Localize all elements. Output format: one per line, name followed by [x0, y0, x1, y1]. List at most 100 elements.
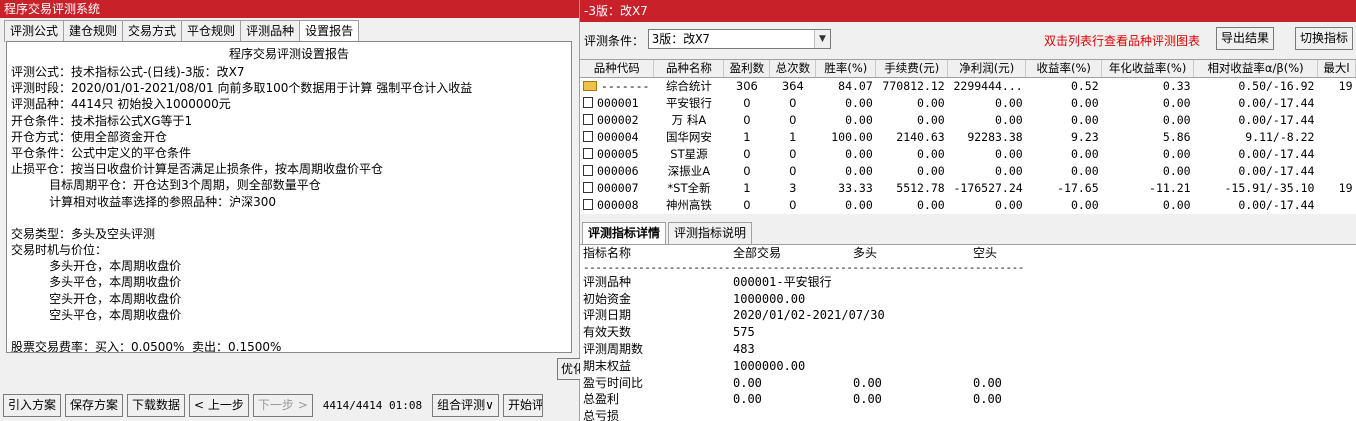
col-winrate[interactable]: 胜率(%)	[815, 60, 877, 78]
cell-return: -17.65	[1057, 180, 1099, 195]
cell-winrate: 0.00	[845, 163, 873, 178]
tab-settings-report[interactable]: 设置报告	[299, 20, 360, 43]
tab-trade-mode[interactable]: 交易方式	[122, 20, 183, 42]
cell-relative-return: 0.00/-17.44	[1238, 197, 1315, 212]
detail-label: 评测品种	[583, 274, 632, 289]
cell-wins: 1	[743, 129, 751, 144]
detail-row: 期末权益 1000000.00	[583, 358, 1356, 375]
cell-name: 综合统计	[665, 78, 712, 93]
tab-formula[interactable]: 评测公式	[4, 20, 65, 42]
cell-fees: 0.00	[917, 163, 945, 178]
results-window: -3版：改X7 评测条件： 3版：改X7 ▼ 双击列表行查看品种评测图表 导出结…	[580, 0, 1356, 421]
col-wins[interactable]: 盈利数	[723, 60, 771, 78]
table-row[interactable]: 000004 国华网安 1 1 100.00 2140.63 92283.38 …	[580, 128, 1356, 145]
cell-annual-return: 0.00	[1162, 197, 1191, 212]
document-icon	[583, 164, 593, 176]
export-results-button[interactable]: 导出结果	[1216, 27, 1275, 50]
report-line: 多头开仓，本周期收盘价	[11, 259, 182, 274]
report-line: 平仓条件：公式中定义的平仓条件	[11, 145, 192, 160]
prev-step-button[interactable]: < 上一步	[189, 393, 249, 417]
next-step-button[interactable]: 下一步 >	[252, 393, 313, 417]
detail-label: 评测日期	[583, 308, 632, 323]
cell-fees: 0.00	[917, 95, 945, 110]
report-line: 股票交易费率：买入：0.0500% 卖出：0.1500%	[11, 340, 282, 353]
save-plan-button[interactable]: 保存方案	[65, 393, 124, 417]
switch-indicator-button[interactable]: 切换指标	[1295, 27, 1354, 50]
detail-tabs: 评测指标详情 评测指标说明	[582, 222, 754, 244]
report-line: 目标周期平仓：开仓达到3个周期，则全部数量平仓	[11, 178, 321, 193]
folder-icon	[583, 80, 597, 91]
table-row[interactable]: 000005 ST星源 0 0 0.00 0.00 0.00 0.00 0.00…	[580, 145, 1356, 162]
detail-value-long: 0.00	[853, 375, 882, 390]
cell-wins: 0	[743, 146, 751, 161]
indicator-detail-panel[interactable]: 指标名称 全部交易 多头 空头 ------------------------…	[580, 244, 1356, 421]
cell-max	[1317, 196, 1355, 213]
cell-relative-return: 0.00/-17.44	[1238, 95, 1315, 110]
cell-winrate: 0.00	[845, 95, 873, 110]
cell-wins: 0	[743, 112, 751, 127]
cell-net-profit: 0.00	[995, 146, 1023, 161]
cell-return: 0.00	[1070, 95, 1099, 110]
detail-col-short: 空头	[973, 246, 998, 260]
tab-instruments[interactable]: 评测品种	[240, 20, 301, 42]
results-table[interactable]: 品种代码 品种名称 盈利数 总次数 胜率(%) 手续费(元) 净利润(元) 收益…	[580, 59, 1356, 214]
download-data-button[interactable]: 下载数据	[127, 393, 186, 417]
col-return[interactable]: 收益率(%)	[1025, 60, 1103, 78]
chevron-down-icon[interactable]: ▼	[814, 30, 830, 48]
import-plan-button[interactable]: 引入方案	[3, 393, 62, 417]
cell-return: 0.00	[1070, 163, 1099, 178]
detail-col-long: 多头	[853, 246, 878, 260]
tab-exit-rules[interactable]: 平仓规则	[181, 20, 242, 42]
col-code[interactable]: 品种代码	[580, 60, 655, 78]
detail-row: 评测品种 000001-平安银行	[583, 274, 1356, 291]
col-net-profit[interactable]: 净利润(元)	[947, 60, 1027, 78]
combo-evaluate-button[interactable]: 组合评测∨	[432, 393, 499, 417]
table-row-summary[interactable]: ------- 综合统计 306 364 84.07 770812.12 229…	[580, 77, 1356, 94]
cell-fees: 0.00	[917, 197, 945, 212]
tab-indicator-explanation[interactable]: 评测指标说明	[668, 222, 753, 244]
cell-max	[1317, 145, 1355, 162]
detail-value-all: 1000000.00	[733, 291, 806, 306]
col-total[interactable]: 总次数	[769, 60, 817, 78]
col-relative-return[interactable]: 相对收益率α/β(%)	[1193, 60, 1318, 78]
detail-row: 盈亏时间比 0.00 0.00 0.00	[583, 375, 1356, 392]
cell-return: 0.00	[1070, 146, 1099, 161]
condition-select[interactable]: 3版：改X7 ▼	[648, 29, 831, 49]
cell-total: 364	[781, 78, 804, 93]
cell-annual-return: 0.00	[1162, 112, 1191, 127]
settings-tabs: 评测公式 建仓规则 交易方式 平仓规则 评测品种 设置报告	[4, 20, 360, 43]
cell-relative-return: 0.50/-16.92	[1238, 78, 1315, 93]
detail-header: 指标名称 全部交易 多头 空头	[583, 245, 1356, 262]
start-evaluate-button[interactable]: 开始评测	[502, 393, 543, 417]
cell-relative-return: -15.91/-35.10	[1224, 180, 1315, 195]
report-line: 开仓条件：技术指标公式XG等于1	[11, 113, 193, 128]
cell-name: 神州高铁	[665, 197, 712, 212]
cell-relative-return: 9.11/-8.22	[1245, 129, 1315, 144]
cell-total: 0	[789, 95, 797, 110]
detail-value-long: 0.00	[853, 392, 882, 407]
table-row[interactable]: 000008 神州高铁 0 0 0.00 0.00 0.00 0.00 0.00…	[580, 196, 1356, 213]
detail-value-all: 1000000.00	[733, 358, 806, 373]
cell-code: 000006	[597, 163, 639, 178]
table-row[interactable]: 000006 深振业A 0 0 0.00 0.00 0.00 0.00 0.00…	[580, 162, 1356, 179]
cell-max	[1317, 128, 1355, 145]
cell-max	[1317, 111, 1355, 128]
tab-indicator-details[interactable]: 评测指标详情	[582, 222, 667, 244]
col-max[interactable]: 最大l	[1317, 60, 1356, 78]
table-row[interactable]: 000002 万 科A 0 0 0.00 0.00 0.00 0.00 0.00…	[580, 111, 1356, 128]
col-annual-return[interactable]: 年化收益率(%)	[1101, 60, 1195, 78]
tab-entry-rules[interactable]: 建仓规则	[63, 20, 124, 42]
table-row[interactable]: 000001 平安银行 0 0 0.00 0.00 0.00 0.00 0.00…	[580, 94, 1356, 111]
cell-total: 0	[789, 163, 797, 178]
table-row[interactable]: 000007 *ST全新 1 3 33.33 5512.78 -176527.2…	[580, 179, 1356, 196]
cell-winrate: 33.33	[838, 180, 873, 195]
cell-wins: 306	[735, 78, 758, 93]
settings-report-panel[interactable]: 程序交易评测设置报告 评测公式：技术指标公式-(日线)-3版：改X7 评测时段：…	[6, 41, 572, 353]
col-name[interactable]: 品种名称	[653, 60, 725, 78]
detail-label: 有效天数	[583, 325, 632, 340]
condition-label: 评测条件：	[584, 34, 645, 48]
detail-value-all: 483	[733, 341, 755, 356]
cell-annual-return: 0.00	[1162, 146, 1191, 161]
col-fees[interactable]: 手续费(元)	[875, 60, 949, 78]
document-icon	[583, 147, 593, 159]
